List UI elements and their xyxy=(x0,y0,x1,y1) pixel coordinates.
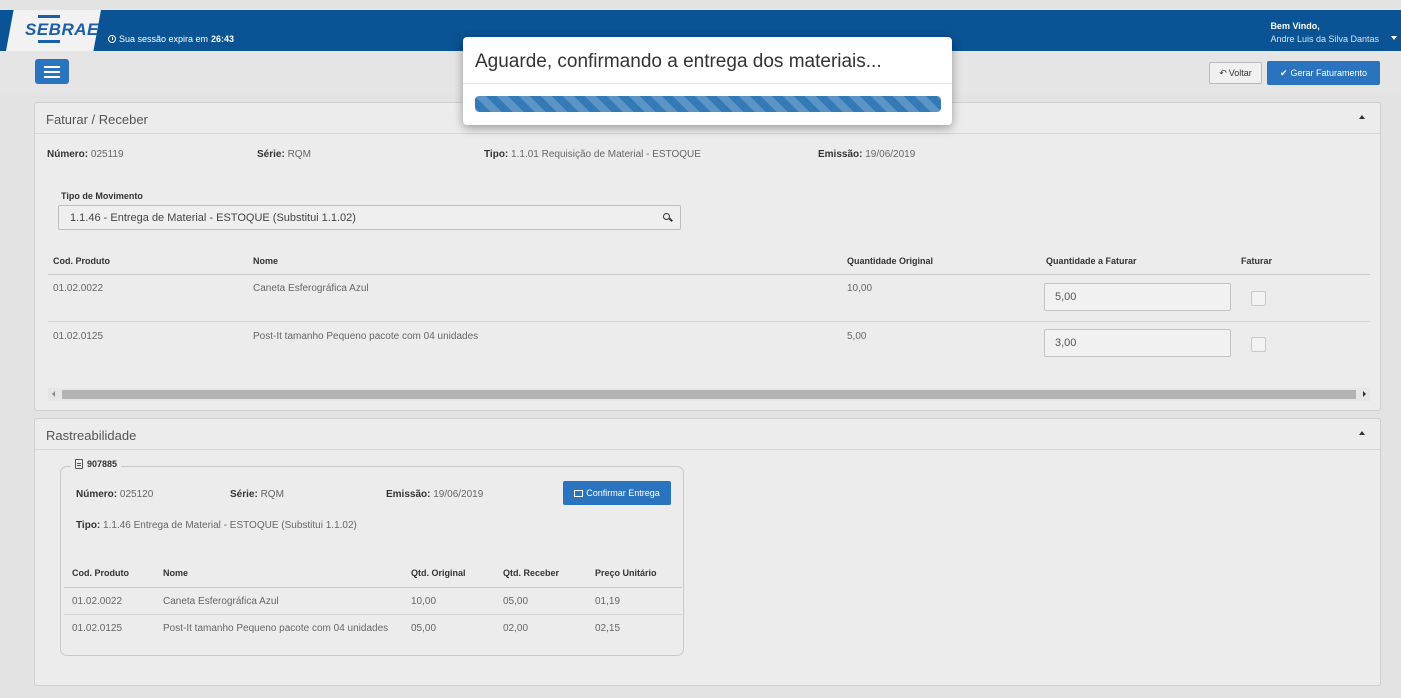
modal-divider xyxy=(463,83,952,84)
modal-overlay: Aguarde, confirmando a entrega dos mater… xyxy=(0,0,1401,698)
loading-message: Aguarde, confirmando a entrega dos mater… xyxy=(475,51,882,72)
loading-modal: Aguarde, confirmando a entrega dos mater… xyxy=(463,37,952,125)
progress-bar xyxy=(475,96,941,112)
